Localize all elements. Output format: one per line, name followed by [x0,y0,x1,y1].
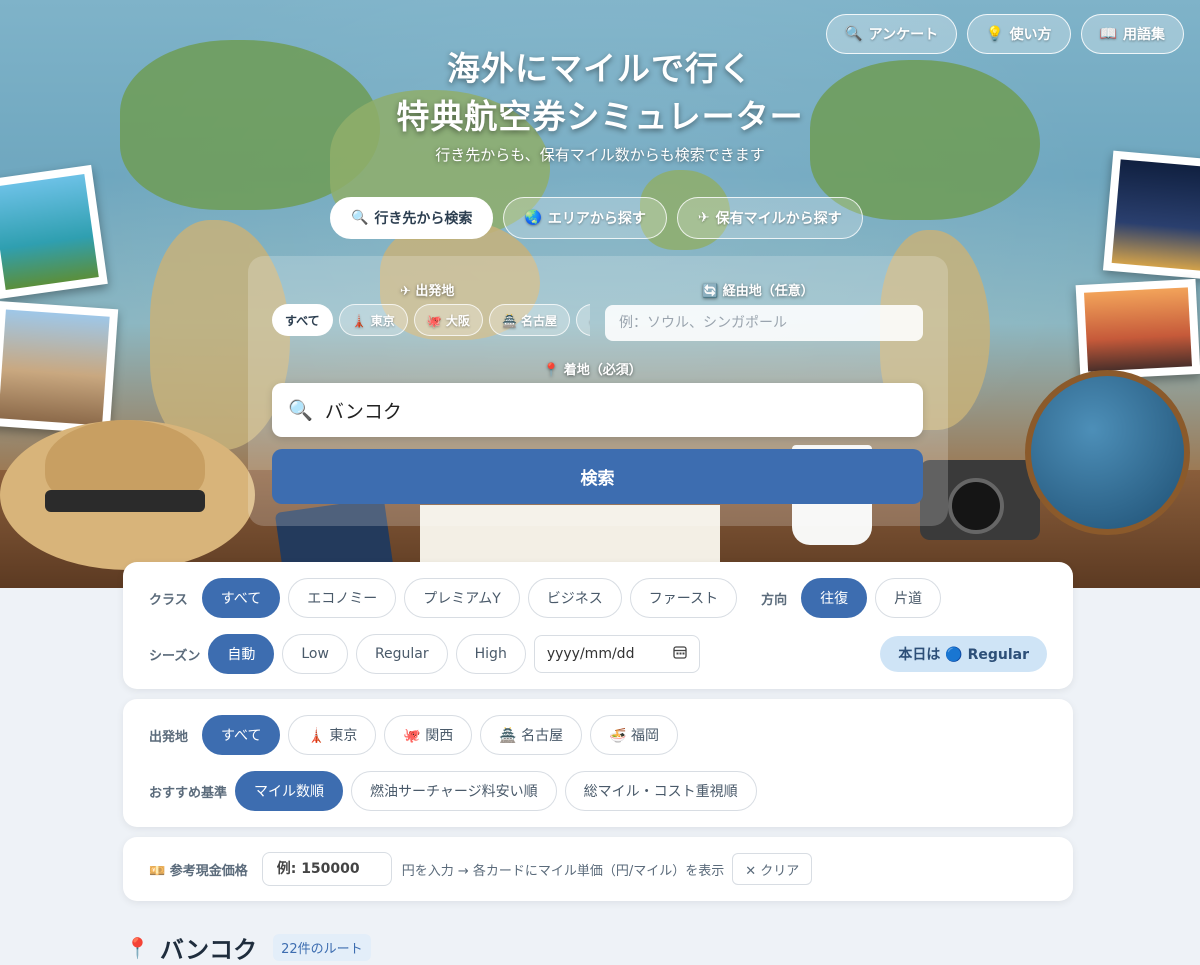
clear-button[interactable]: ✕ クリア [732,853,813,885]
class-label: クラス [149,592,188,608]
class-season-card: クラス すべて エコノミー プレミアムY ビジネス ファースト 方向 往復 片道… [123,562,1073,689]
origin-chip-nagoya[interactable]: 🏯 名古屋 [480,715,583,755]
class-chip-first[interactable]: ファースト [629,578,738,618]
date-input[interactable]: yyyy/mm/dd [533,635,700,673]
search-mode-tabs: 🔍 行き先から検索 🌏 エリアから探す ✈ 保有マイルから探す [330,197,863,239]
travel-photo [1102,150,1200,280]
price-card: 💴 参考現金価格 円を入力 → 各カードにマイル単価（円/マイル）を表示 ✕ ク… [123,837,1073,901]
page-title-line2: 特典航空券シミュレーター [396,97,804,136]
class-chip-business[interactable]: ビジネス [527,578,622,618]
class-row: クラス すべて エコノミー プレミアムY ビジネス ファースト 方向 往復 片道 [149,578,942,618]
price-input[interactable] [261,852,392,886]
season-chip-low[interactable]: Low [282,634,348,674]
search-icon: 🔍 [845,26,863,42]
hero-banner: 🔍 アンケート 💡 使い方 📖 用語集 海外にマイルで行く 特典航空券シミュレー… [0,0,1200,588]
season-row: シーズン 自動 Low Regular High yyyy/mm/dd [149,634,700,674]
page-subtitle: 行き先からも、保有マイル数からも検索できます [435,146,765,164]
direction-label: 方向 [761,592,788,608]
sort-row: おすすめ基準 マイル数順 燃油サーチャージ料安い順 総マイル・コスト重視順 [149,771,757,811]
departure-chip-osaka[interactable]: 🐙 大阪 [413,304,483,336]
direction-chip-roundtrip[interactable]: 往復 [801,578,868,618]
globe-icon: 🌏 [524,210,542,226]
price-row: 💴 参考現金価格 円を入力 → 各カードにマイル単価（円/マイル）を表示 ✕ ク… [149,852,813,886]
result-header: 📍 バンコク 22件のルート [125,930,371,965]
season-label: シーズン [149,648,201,664]
route-count-badge: 22件のルート [273,934,371,961]
origin-chip-all[interactable]: すべて [202,715,281,755]
class-chip-all[interactable]: すべて [201,578,281,618]
departure-chip-fukuoka[interactable]: 🍜 福岡 [576,304,590,336]
search-icon: 🔍 [288,398,313,422]
search-button[interactable]: 検索 [272,449,923,504]
pin-icon: 📍 [125,935,150,960]
origin-row: 出発地 すべて 🗼 東京 🐙 関西 🏯 名古屋 🍜 福岡 [149,715,679,755]
origin-chip-fukuoka[interactable]: 🍜 福岡 [590,715,679,755]
via-label: 🔄 経由地（任意） [702,284,814,299]
book-icon: 📖 [1099,26,1117,42]
via-input[interactable] [605,305,923,341]
calendar-icon [673,645,687,663]
sort-chip-surcharge[interactable]: 燃油サーチャージ料安い順 [351,771,557,811]
season-chip-high[interactable]: High [455,634,526,674]
direction-chip-oneway[interactable]: 片道 [875,578,942,618]
origin-chip-tokyo[interactable]: 🗼 東京 [288,715,377,755]
price-hint: 円を入力 → 各カードにマイル単価（円/マイル）を表示 [401,863,725,879]
origin-sort-card: 出発地 すべて 🗼 東京 🐙 関西 🏯 名古屋 🍜 福岡 おすすめ基準 マイル数… [123,699,1073,827]
sort-chip-miles[interactable]: マイル数順 [235,771,344,811]
destination-field[interactable]: 🔍 [272,383,923,437]
search-icon: 🔍 [351,210,369,226]
class-chip-premium-y[interactable]: プレミアムY [404,578,520,618]
destination-input[interactable] [324,399,885,421]
page-title-line1: 海外にマイルで行く [447,49,753,88]
airplane-icon: ✈ [697,210,710,226]
travel-photo [0,300,119,435]
sort-chip-total-cost[interactable]: 総マイル・コスト重視順 [564,771,757,811]
lightbulb-icon: 💡 [986,26,1004,42]
departure-chip-tokyo[interactable]: 🗼 東京 [338,304,408,336]
sort-label: おすすめ基準 [149,785,228,801]
travel-photo [1075,278,1200,381]
travel-photo [0,164,108,300]
price-label: 💴 参考現金価格 [149,863,248,879]
today-season-badge: 本日は 🔵 Regular [880,636,1047,672]
tab-search-by-destination[interactable]: 🔍 行き先から検索 [330,197,494,239]
camera-decoration [948,478,1004,534]
departure-chip-all[interactable]: すべて [272,304,333,336]
departure-label: ✈ 出発地 [400,284,455,299]
season-chip-auto[interactable]: 自動 [208,634,275,674]
origin-chip-kansai[interactable]: 🐙 関西 [384,715,473,755]
tab-search-by-miles[interactable]: ✈ 保有マイルから探す [676,197,863,239]
globe-decoration [1025,370,1190,535]
hat-decoration [45,490,205,512]
departure-chip-nagoya[interactable]: 🏯 名古屋 [488,304,571,336]
destination-label: 📍 着地（必須） [543,363,642,378]
tab-search-by-area[interactable]: 🌏 エリアから探す [503,197,667,239]
class-chip-economy[interactable]: エコノミー [288,578,397,618]
origin-label: 出発地 [149,729,189,745]
departure-chip-group: すべて 🗼 東京 🐙 大阪 🏯 名古屋 🍜 福岡 [272,304,590,338]
season-chip-regular[interactable]: Regular [355,634,448,674]
result-destination: バンコク [159,936,258,964]
